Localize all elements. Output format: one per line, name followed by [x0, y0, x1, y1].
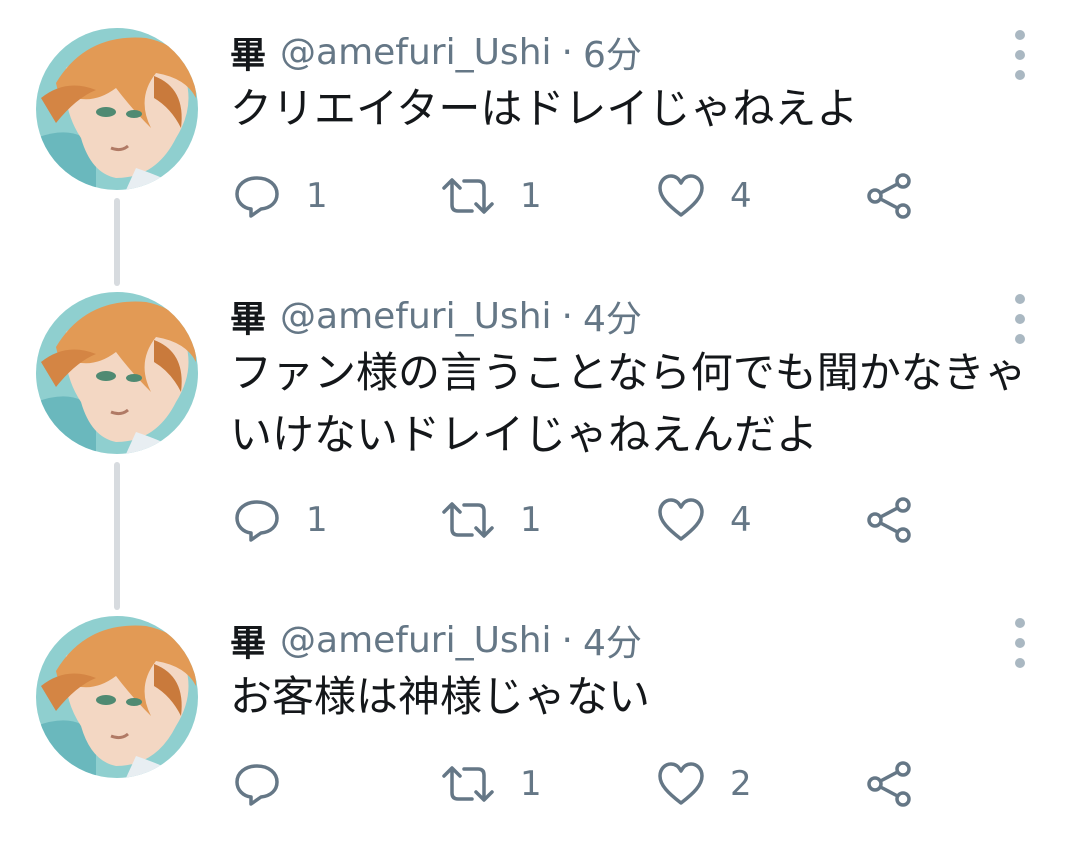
share-button[interactable]: [864, 490, 916, 550]
reply-button[interactable]: 1: [232, 490, 328, 550]
reply-button[interactable]: 1: [232, 166, 328, 226]
display-name[interactable]: 畢: [230, 614, 266, 666]
tweet-actions: 1 1 4: [228, 490, 948, 550]
display-name[interactable]: 畢: [230, 290, 266, 342]
like-count: 4: [730, 176, 752, 216]
retweet-count: 1: [520, 176, 542, 216]
tweet[interactable]: 畢 @amefuri_Ushi · 4分 ファン様の言うことなら何でも聞かなきゃ…: [0, 288, 1080, 568]
reply-count: 1: [306, 500, 328, 540]
share-icon: [864, 494, 916, 546]
like-button[interactable]: 4: [656, 490, 752, 550]
heart-icon: [656, 759, 706, 809]
tweet-actions: 1 1 4: [228, 166, 948, 226]
like-count: 4: [730, 500, 752, 540]
retweet-count: 1: [520, 500, 542, 540]
retweet-icon: [440, 759, 496, 809]
display-name[interactable]: 畢: [230, 26, 266, 78]
tweet-text: お客様は神様じゃない: [230, 672, 651, 721]
tweet-header: 畢 @amefuri_Ushi · 4分: [230, 612, 642, 668]
separator-dot: ·: [561, 31, 573, 73]
retweet-button[interactable]: 1: [440, 166, 542, 226]
reply-icon: [232, 759, 282, 809]
heart-icon: [656, 495, 706, 545]
retweet-icon: [440, 171, 496, 221]
timestamp[interactable]: 6分: [583, 26, 642, 78]
avatar[interactable]: [36, 28, 198, 190]
reply-count: 1: [306, 176, 328, 216]
reply-icon: [232, 495, 282, 545]
reply-icon: [232, 171, 282, 221]
tweet-header: 畢 @amefuri_Ushi · 6分: [230, 24, 642, 80]
tweet[interactable]: 畢 @amefuri_Ushi · 6分 クリエイターはドレイじゃねえよ 1 1…: [0, 24, 1080, 244]
user-handle[interactable]: @amefuri_Ushi: [280, 620, 552, 661]
user-handle[interactable]: @amefuri_Ushi: [280, 32, 552, 73]
more-vertical-icon[interactable]: [1008, 618, 1032, 668]
separator-dot: ·: [561, 295, 573, 337]
tweet[interactable]: 畢 @amefuri_Ushi · 4分 お客様は神様じゃない 1 2: [0, 612, 1080, 832]
more-vertical-icon[interactable]: [1008, 30, 1032, 80]
share-icon: [864, 170, 916, 222]
retweet-button[interactable]: 1: [440, 490, 542, 550]
share-button[interactable]: [864, 754, 916, 814]
like-button[interactable]: 2: [656, 754, 752, 814]
retweet-icon: [440, 495, 496, 545]
tweet-actions: 1 2: [228, 754, 948, 814]
timestamp[interactable]: 4分: [583, 614, 642, 666]
more-vertical-icon[interactable]: [1008, 294, 1032, 344]
reply-button[interactable]: [232, 754, 306, 814]
tweet-text: クリエイターはドレイじゃねえよ: [230, 84, 859, 133]
avatar[interactable]: [36, 292, 198, 454]
tweet-header: 畢 @amefuri_Ushi · 4分: [230, 288, 642, 344]
share-icon: [864, 758, 916, 810]
user-handle[interactable]: @amefuri_Ushi: [280, 296, 552, 337]
retweet-button[interactable]: 1: [440, 754, 542, 814]
share-button[interactable]: [864, 166, 916, 226]
tweet-text: ファン様の言うことなら何でも聞かなきゃいけないドレイじゃねえんだよ: [230, 348, 1027, 459]
avatar[interactable]: [36, 616, 198, 778]
like-button[interactable]: 4: [656, 166, 752, 226]
like-count: 2: [730, 764, 752, 804]
heart-icon: [656, 171, 706, 221]
separator-dot: ·: [561, 619, 573, 661]
timestamp[interactable]: 4分: [583, 290, 642, 342]
retweet-count: 1: [520, 764, 542, 804]
